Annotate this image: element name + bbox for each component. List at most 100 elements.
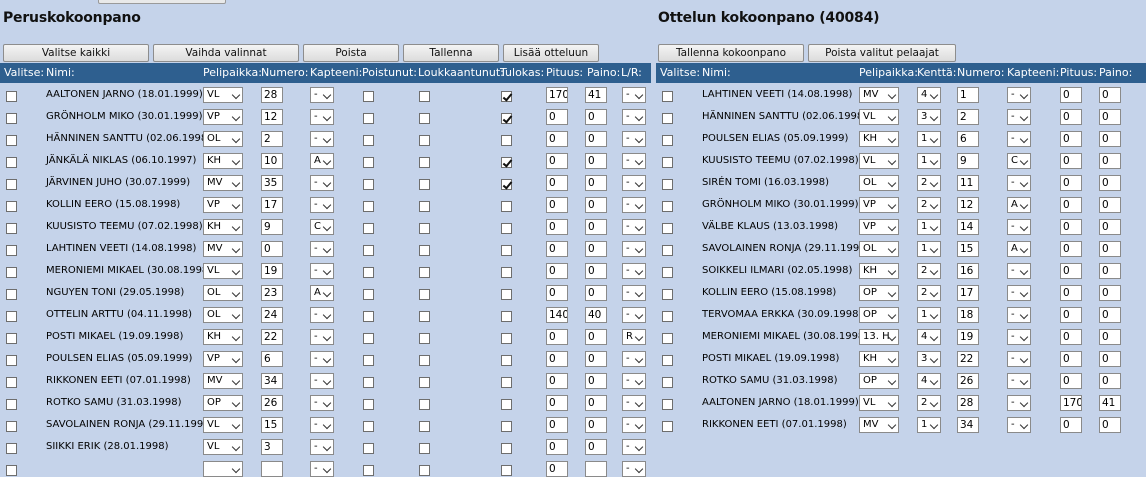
lr-select[interactable]: -	[622, 461, 646, 477]
newcomer-checkbox[interactable]	[501, 399, 512, 410]
weight-input[interactable]: 0	[1099, 263, 1121, 279]
number-input[interactable]: 22	[261, 329, 283, 345]
height-input[interactable]: 0	[1060, 219, 1082, 235]
select-checkbox[interactable]	[662, 377, 673, 388]
departed-checkbox[interactable]	[363, 223, 374, 234]
height-input[interactable]: 0	[546, 241, 568, 257]
select-checkbox[interactable]	[6, 179, 17, 190]
weight-input[interactable]: 0	[585, 219, 607, 235]
lr-select[interactable]: -	[622, 307, 646, 323]
number-input[interactable]: 19	[957, 329, 979, 345]
weight-input[interactable]: 0	[585, 109, 607, 125]
position-select[interactable]: VP	[203, 351, 243, 367]
captain-select[interactable]: C	[310, 219, 334, 235]
height-input[interactable]: 0	[1060, 351, 1082, 367]
captain-select[interactable]: -	[1007, 417, 1031, 433]
weight-input[interactable]: 0	[585, 351, 607, 367]
departed-checkbox[interactable]	[363, 289, 374, 300]
captain-select[interactable]: A	[310, 153, 334, 169]
select-checkbox[interactable]	[662, 91, 673, 102]
number-input[interactable]: 16	[957, 263, 979, 279]
number-input[interactable]: 12	[957, 197, 979, 213]
injured-checkbox[interactable]	[419, 245, 430, 256]
position-select[interactable]: OL	[203, 285, 243, 301]
select-checkbox[interactable]	[6, 377, 17, 388]
height-input[interactable]: 0	[546, 197, 568, 213]
lr-select[interactable]: -	[622, 131, 646, 147]
position-select[interactable]: MV	[859, 417, 899, 433]
line-select[interactable]: 1	[917, 153, 941, 169]
weight-input[interactable]: 41	[585, 87, 607, 103]
injured-checkbox[interactable]	[419, 443, 430, 454]
injured-checkbox[interactable]	[419, 399, 430, 410]
height-input[interactable]: 170	[546, 87, 568, 103]
weight-input[interactable]: 40	[585, 307, 607, 323]
line-select[interactable]: 3	[917, 109, 941, 125]
captain-select[interactable]: -	[1007, 373, 1031, 389]
select-checkbox[interactable]	[662, 135, 673, 146]
injured-checkbox[interactable]	[419, 421, 430, 432]
position-select[interactable]: VL	[203, 439, 243, 455]
height-input[interactable]: 0	[1060, 131, 1082, 147]
newcomer-checkbox[interactable]	[501, 311, 512, 322]
select-checkbox[interactable]	[6, 135, 17, 146]
line-select[interactable]: 1	[917, 131, 941, 147]
select-all-button[interactable]: Valitse kaikki	[3, 44, 149, 62]
remove-button[interactable]: Poista	[303, 44, 399, 62]
position-select[interactable]: VP	[203, 109, 243, 125]
height-input[interactable]: 0	[1060, 197, 1082, 213]
weight-input[interactable]: 0	[1099, 417, 1121, 433]
number-input[interactable]: 19	[261, 263, 283, 279]
height-input[interactable]: 140	[546, 307, 568, 323]
select-checkbox[interactable]	[6, 333, 17, 344]
select-checkbox[interactable]	[6, 355, 17, 366]
select-checkbox[interactable]	[6, 245, 17, 256]
position-select[interactable]: OL	[203, 131, 243, 147]
lr-select[interactable]: -	[622, 109, 646, 125]
position-select[interactable]: MV	[203, 373, 243, 389]
captain-select[interactable]: -	[310, 461, 334, 477]
newcomer-checkbox[interactable]	[501, 157, 512, 168]
lr-select[interactable]: R	[622, 329, 646, 345]
line-select[interactable]: 2	[917, 197, 941, 213]
injured-checkbox[interactable]	[419, 179, 430, 190]
captain-select[interactable]: -	[1007, 395, 1031, 411]
lr-select[interactable]: -	[622, 87, 646, 103]
weight-input[interactable]: 0	[585, 417, 607, 433]
newcomer-checkbox[interactable]	[501, 465, 512, 476]
injured-checkbox[interactable]	[419, 377, 430, 388]
position-select[interactable]: KH	[859, 263, 899, 279]
position-select[interactable]: KH	[203, 153, 243, 169]
number-input[interactable]: 17	[957, 285, 979, 301]
number-input[interactable]: 10	[261, 153, 283, 169]
newcomer-checkbox[interactable]	[501, 443, 512, 454]
weight-input[interactable]: 0	[585, 373, 607, 389]
number-input[interactable]: 15	[261, 417, 283, 433]
captain-select[interactable]: -	[1007, 329, 1031, 345]
position-select[interactable]: OP	[859, 373, 899, 389]
newcomer-checkbox[interactable]	[501, 91, 512, 102]
number-input[interactable]: 35	[261, 175, 283, 191]
lr-select[interactable]: -	[622, 263, 646, 279]
select-checkbox[interactable]	[6, 157, 17, 168]
number-input[interactable]: 9	[957, 153, 979, 169]
departed-checkbox[interactable]	[363, 465, 374, 476]
captain-select[interactable]: -	[1007, 307, 1031, 323]
captain-select[interactable]: -	[310, 263, 334, 279]
line-select[interactable]: 2	[917, 285, 941, 301]
departed-checkbox[interactable]	[363, 91, 374, 102]
injured-checkbox[interactable]	[419, 157, 430, 168]
injured-checkbox[interactable]	[419, 113, 430, 124]
number-input[interactable]: 18	[957, 307, 979, 323]
line-select[interactable]: 4	[917, 87, 941, 103]
newcomer-checkbox[interactable]	[501, 135, 512, 146]
select-checkbox[interactable]	[662, 267, 673, 278]
injured-checkbox[interactable]	[419, 465, 430, 476]
select-checkbox[interactable]	[6, 91, 17, 102]
select-checkbox[interactable]	[662, 399, 673, 410]
captain-select[interactable]: -	[310, 439, 334, 455]
departed-checkbox[interactable]	[363, 201, 374, 212]
injured-checkbox[interactable]	[419, 201, 430, 212]
number-input[interactable]: 2	[261, 131, 283, 147]
weight-input[interactable]: 41	[1099, 395, 1121, 411]
